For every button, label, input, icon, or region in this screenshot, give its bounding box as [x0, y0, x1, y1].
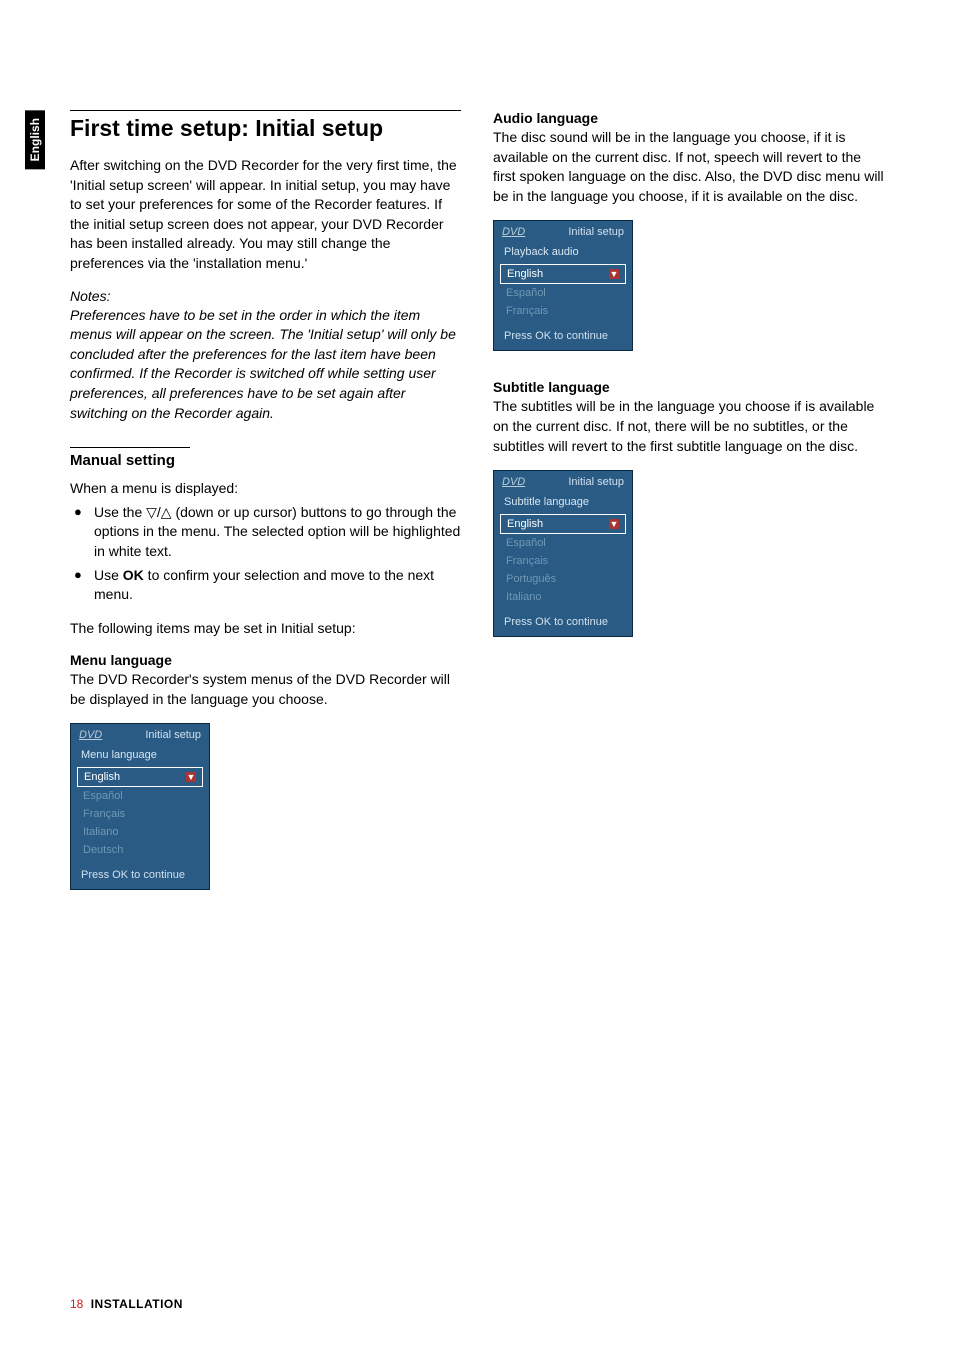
osd-section-label: Playback audio — [494, 246, 632, 264]
osd-options: English ▼ Español Français — [494, 264, 632, 326]
notes-label: Notes: — [70, 288, 461, 304]
language-tab: English — [25, 110, 45, 169]
menu-language-heading: Menu language — [70, 652, 461, 668]
osd-header: DVD Initial setup — [494, 471, 632, 496]
footer-section: INSTALLATION — [91, 1297, 183, 1311]
osd-option-selected[interactable]: English ▼ — [77, 767, 203, 787]
osd-title: Initial setup — [568, 476, 624, 488]
text: to confirm your selection and move to th… — [94, 567, 434, 603]
osd-option[interactable]: Español — [500, 284, 626, 302]
osd-title: Initial setup — [145, 729, 201, 741]
osd-title: Initial setup — [568, 226, 624, 238]
osd-subtitle-language: DVD Initial setup Subtitle language Engl… — [493, 470, 633, 637]
osd-option[interactable]: Français — [77, 805, 203, 823]
title-rule — [70, 110, 461, 111]
page: English First time setup: Initial setup … — [0, 0, 954, 1351]
osd-option-label: English — [84, 771, 120, 783]
audio-language-heading: Audio language — [493, 110, 884, 126]
list-item: Use OK to confirm your selection and mov… — [74, 566, 461, 605]
osd-section-label: Subtitle language — [494, 496, 632, 514]
osd-section-label: Menu language — [71, 749, 209, 767]
manual-intro: When a menu is displayed: — [70, 479, 461, 499]
osd-option[interactable]: Deutsch — [77, 841, 203, 859]
osd-header: DVD Initial setup — [71, 724, 209, 749]
osd-menu-language: DVD Initial setup Menu language English … — [70, 723, 210, 890]
osd-option[interactable]: Français — [500, 552, 626, 570]
page-footer: 18 INSTALLATION — [70, 1297, 183, 1311]
chevron-down-icon: ▼ — [609, 269, 619, 279]
osd-footer: Press OK to continue — [71, 865, 209, 889]
intro-paragraph: After switching on the DVD Recorder for … — [70, 156, 461, 274]
osd-option-label: English — [507, 268, 543, 280]
menu-language-body: The DVD Recorder's system menus of the D… — [70, 670, 461, 709]
audio-language-body: The disc sound will be in the language y… — [493, 128, 884, 206]
osd-options: English ▼ Español Français Italiano Deut… — [71, 767, 209, 865]
section-rule — [70, 447, 190, 448]
osd-option-label: English — [507, 518, 543, 530]
subtitle-language-body: The subtitles will be in the language yo… — [493, 397, 884, 456]
osd-playback-audio: DVD Initial setup Playback audio English… — [493, 220, 633, 351]
following-text: The following items may be set in Initia… — [70, 619, 461, 639]
chevron-down-icon: ▼ — [609, 519, 619, 529]
text: Use — [94, 567, 123, 583]
osd-option[interactable]: Italiano — [77, 823, 203, 841]
osd-option[interactable]: Português — [500, 570, 626, 588]
osd-footer: Press OK to continue — [494, 326, 632, 350]
osd-option[interactable]: Italiano — [500, 588, 626, 606]
content-columns: First time setup: Initial setup After sw… — [70, 110, 884, 918]
osd-option[interactable]: Español — [500, 534, 626, 552]
osd-footer: Press OK to continue — [494, 612, 632, 636]
chevron-down-icon: ▼ — [186, 772, 196, 782]
notes-body: Preferences have to be set in the order … — [70, 306, 461, 424]
dvd-logo: DVD — [502, 226, 525, 238]
osd-option-selected[interactable]: English ▼ — [500, 264, 626, 284]
ok-label: OK — [123, 567, 144, 583]
page-title: First time setup: Initial setup — [70, 115, 461, 142]
right-column: Audio language The disc sound will be in… — [493, 110, 884, 918]
page-number: 18 — [70, 1297, 83, 1311]
osd-option-selected[interactable]: English ▼ — [500, 514, 626, 534]
manual-bullets: Use the ▽/△ (down or up cursor) buttons … — [70, 503, 461, 605]
left-column: First time setup: Initial setup After sw… — [70, 110, 461, 918]
osd-header: DVD Initial setup — [494, 221, 632, 246]
dvd-logo: DVD — [79, 729, 102, 741]
dvd-logo: DVD — [502, 476, 525, 488]
subtitle-language-heading: Subtitle language — [493, 379, 884, 395]
osd-options: English ▼ Español Français Português Ita… — [494, 514, 632, 612]
manual-setting-heading: Manual setting — [70, 452, 461, 469]
list-item: Use the ▽/△ (down or up cursor) buttons … — [74, 503, 461, 562]
osd-option[interactable]: Français — [500, 302, 626, 320]
osd-option[interactable]: Español — [77, 787, 203, 805]
